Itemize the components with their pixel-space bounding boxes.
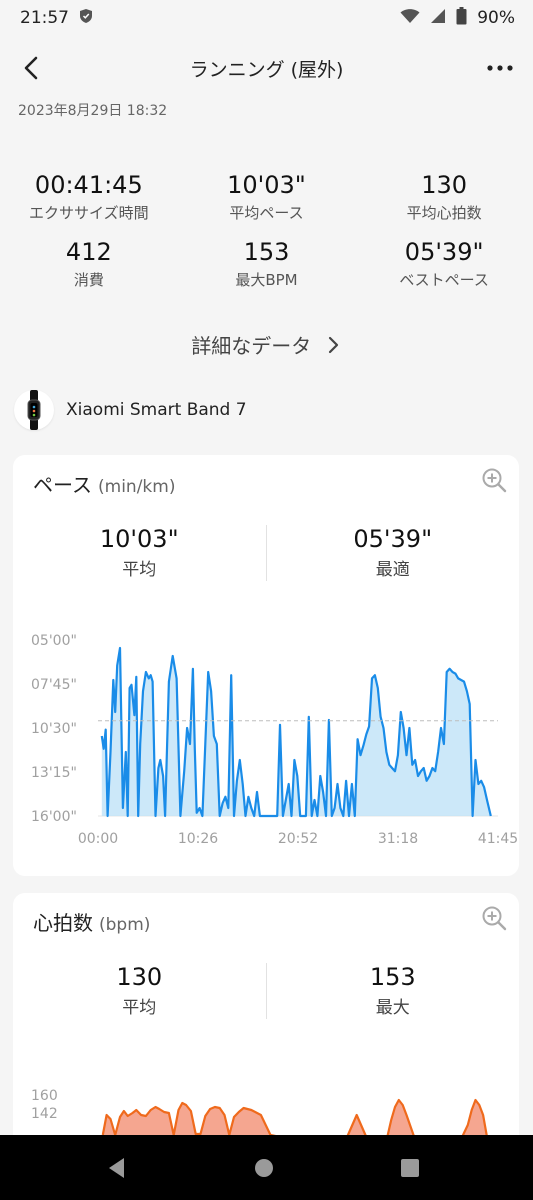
metric-best-pace: 05'39" ベストペース: [355, 237, 533, 290]
chevron-right-icon: [328, 336, 338, 354]
metric-max-bpm: 153 最大BPM: [178, 237, 356, 290]
card-title-unit: (bpm): [99, 915, 151, 935]
pace-best: 05'39" 最適: [267, 525, 520, 581]
metric-label: ベストペース: [399, 271, 489, 289]
x-tick-label: 00:00: [78, 831, 118, 847]
zoom-in-icon: [482, 906, 507, 931]
pace-area: [101, 648, 491, 816]
x-tick-label: 10:26: [178, 831, 218, 847]
zoom-in-icon: [482, 468, 507, 493]
pace-card-title: ペース (min/km): [33, 469, 175, 498]
circle-home-icon: [255, 1159, 273, 1177]
heart-rate-max: 153 最大: [267, 963, 520, 1019]
nav-recents-button[interactable]: [395, 1153, 425, 1183]
card-title-text: ペース: [33, 473, 92, 497]
y-tick-label: 05'00": [31, 633, 77, 649]
pace-chart: 05'00" 07'45" 10'30" 13'15" 16'00"00:00 10:26…: [31, 633, 518, 847]
battery-icon: [456, 6, 467, 30]
metric-label: 消費: [73, 271, 104, 289]
device-row: Xiaomi Smart Band 7: [14, 390, 247, 430]
y-tick-label: 10'30": [31, 721, 77, 737]
system-nav-bar: [0, 1135, 533, 1200]
workout-datetime: 2023年8月29日 18:32: [18, 103, 168, 119]
square-recents-icon: [401, 1159, 419, 1177]
metric-label: 最大BPM: [235, 271, 298, 289]
signal-icon: [430, 8, 446, 29]
y-tick-label: 16'00": [31, 809, 77, 825]
stat-label: 最適: [375, 560, 410, 580]
pace-average: 10'03" 平均: [13, 525, 266, 581]
card-title-unit: (min/km): [98, 477, 176, 497]
metric-value: 05'39": [404, 238, 484, 266]
y-tick-label: 160: [31, 1088, 58, 1104]
metric-label: 平均ペース: [229, 204, 304, 222]
stat-label: 平均: [122, 998, 157, 1018]
device-name: Xiaomi Smart Band 7: [66, 400, 247, 420]
wifi-icon: [400, 8, 420, 29]
battery-percent: 90%: [477, 8, 515, 28]
smart-band-icon: [14, 390, 54, 430]
metric-exercise-time: 00:41:45 エクササイズ時間: [0, 170, 178, 223]
metric-calories: 412 消費: [0, 237, 178, 290]
metric-value: 130: [421, 171, 468, 199]
metric-value: 10'03": [227, 171, 306, 199]
x-tick-label: 31:18: [378, 831, 418, 847]
shield-icon: [79, 8, 93, 29]
nav-back-button[interactable]: [102, 1153, 132, 1183]
page-title: ランニング (屋外): [189, 58, 344, 81]
metric-value: 153: [243, 238, 290, 266]
nav-home-button[interactable]: [249, 1153, 279, 1183]
summary-metrics: 00:41:45 エクササイズ時間 10'03" 平均ペース 130 平均心拍数…: [0, 170, 533, 290]
stat-value: 130: [116, 963, 163, 991]
metric-value: 00:41:45: [34, 171, 143, 199]
heart-rate-card-title: 心拍数 (bpm): [33, 907, 150, 936]
pace-card: ペース (min/km) 10'03" 平均 05'39" 最適 05'00" 07…: [13, 455, 519, 876]
stat-value: 153: [369, 963, 416, 991]
metric-label: エクササイズ時間: [29, 204, 149, 222]
stat-label: 平均: [122, 560, 157, 580]
metric-label: 平均心拍数: [406, 204, 482, 222]
more-options-button[interactable]: [485, 54, 515, 82]
stat-value: 05'39": [353, 525, 433, 553]
heart-rate-average: 130 平均: [13, 963, 266, 1019]
pace-stats: 10'03" 平均 05'39" 最適: [13, 525, 519, 581]
app-bar: ランニング (屋外): [0, 36, 533, 100]
y-tick-label: 142: [31, 1106, 58, 1122]
chevron-left-icon: [24, 56, 38, 80]
back-button[interactable]: [18, 54, 46, 82]
status-time: 21:57: [20, 8, 69, 28]
detailed-data-link[interactable]: 詳細なデータ: [0, 330, 533, 359]
stat-value: 10'03": [99, 525, 179, 553]
y-tick-label: 13'15": [31, 765, 77, 781]
heart-rate-card: 心拍数 (bpm) 130 平均 153 最大 160 142: [13, 893, 519, 1153]
metric-avg-pace: 10'03" 平均ペース: [178, 170, 356, 223]
y-tick-label: 07'45": [31, 677, 77, 693]
x-tick-label: 41:45: [478, 831, 518, 847]
zoom-in-button[interactable]: [481, 905, 507, 931]
metric-value: 412: [65, 238, 112, 266]
stat-label: 最大: [375, 998, 410, 1018]
zoom-in-button[interactable]: [481, 467, 507, 493]
metric-avg-heart-rate: 130 平均心拍数: [355, 170, 533, 223]
card-title-text: 心拍数: [33, 911, 93, 935]
more-horizontal-icon: [487, 65, 513, 71]
triangle-back-icon: [109, 1158, 124, 1178]
status-bar: 21:57 90%: [0, 0, 533, 36]
detailed-data-label: 詳細なデータ: [191, 334, 312, 358]
heart-rate-stats: 130 平均 153 最大: [13, 963, 519, 1019]
x-tick-label: 20:52: [278, 831, 318, 847]
